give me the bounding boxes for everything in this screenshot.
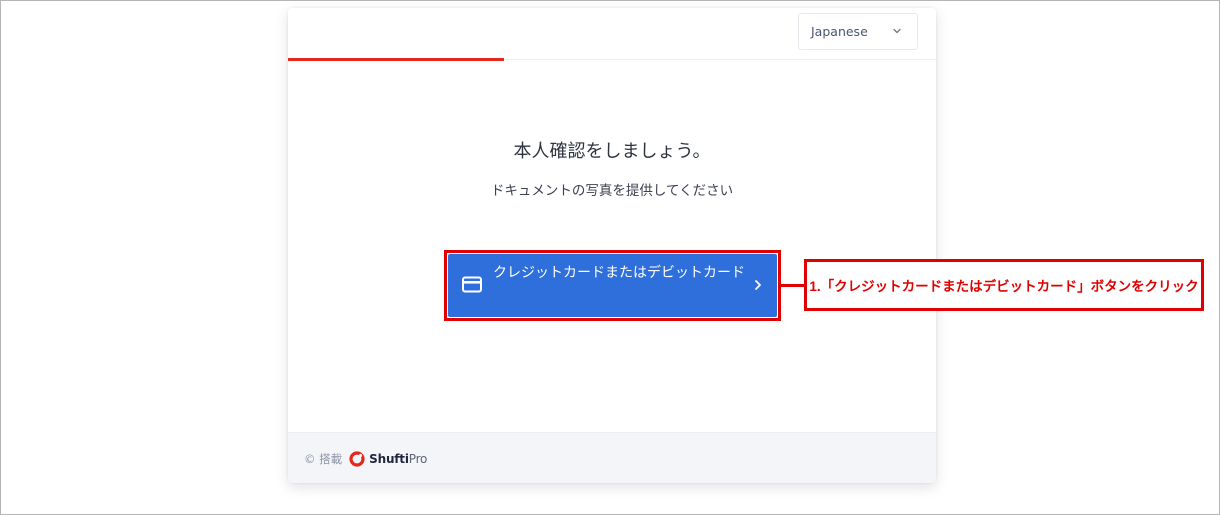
page-subtitle: ドキュメントの写真を提供してください [490, 183, 734, 199]
credit-debit-card-button-label: クレジットカードまたはデビットカード [493, 265, 745, 281]
card-header: Japanese [288, 8, 936, 60]
page-title: 本人確認をしましょう。 [513, 141, 711, 162]
credit-card-icon [462, 276, 482, 293]
language-select[interactable]: Japanese [798, 13, 918, 50]
powered-by: © 搭載 Shufti Pro [304, 451, 427, 467]
brand-name-secondary: Pro [408, 452, 428, 466]
annotation-connector [781, 284, 805, 287]
chevron-right-icon [755, 280, 761, 290]
progress-bar-fill [288, 58, 504, 61]
instruction-callout: 1.「クレジットカードまたはデビットカード」ボタンをクリック [804, 259, 1204, 311]
instruction-callout-text: 1.「クレジットカードまたはデビットカード」ボタンをクリック [809, 279, 1199, 294]
progress-bar [288, 58, 936, 61]
powered-by-label: © 搭載 [304, 452, 343, 466]
credit-debit-card-button[interactable]: クレジットカードまたはデビットカード [448, 254, 777, 317]
verification-card: Japanese 本人確認をしましょう。 ドキュメントの写真を提供してください … [288, 8, 936, 483]
shuftipro-logo-icon [349, 451, 365, 467]
card-footer: © 搭載 Shufti Pro [288, 432, 936, 483]
language-select-value: Japanese [811, 24, 868, 39]
chevron-down-icon [893, 28, 901, 34]
brand-name-primary: Shufti [369, 452, 409, 466]
